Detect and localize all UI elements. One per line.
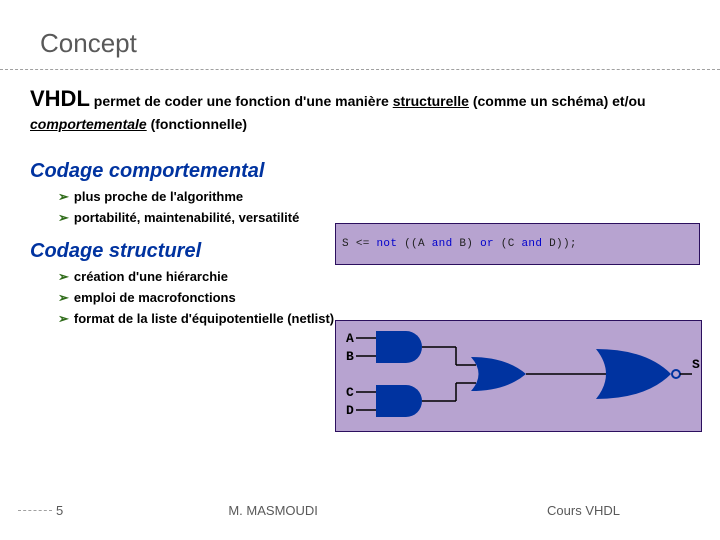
- code-p4: D));: [542, 238, 577, 250]
- code-p3: (C: [494, 238, 522, 250]
- and-gate-icon: [376, 385, 422, 417]
- list-item: ➢ création d'une hiérarchie: [58, 269, 690, 285]
- label-d: D: [346, 403, 354, 418]
- intro-mid: (comme un schéma) et/ou: [469, 93, 646, 109]
- label-b: B: [346, 349, 354, 364]
- code-and2: and: [522, 238, 543, 250]
- title-divider: [0, 69, 720, 70]
- list-item-label: plus proche de l'algorithme: [74, 189, 243, 204]
- footer-course: Cours VHDL: [547, 503, 620, 518]
- code-not: not: [377, 238, 398, 250]
- code-or: or: [480, 238, 494, 250]
- code-s: S: [342, 238, 356, 250]
- section1-list: ➢ plus proche de l'algorithme ➢ portabilit…: [58, 189, 690, 226]
- intro-comportementale: comportementale: [30, 116, 147, 132]
- bullet-arrow-icon: ➢: [58, 210, 69, 225]
- list-item-label: création d'une hiérarchie: [74, 269, 228, 284]
- intro-post: (fonctionnelle): [147, 116, 247, 132]
- section2-list: ➢ création d'une hiérarchie ➢ emploi de ma…: [58, 269, 690, 327]
- code-and1: and: [432, 238, 453, 250]
- logic-diagram: A B C D S: [335, 320, 702, 432]
- and-gate-icon: [376, 331, 422, 363]
- list-item-label: portabilité, maintenabilité, versatilité: [74, 210, 299, 225]
- not-bubble-icon: [672, 370, 680, 378]
- footer-presenter: M. MASMOUDI: [17, 503, 529, 518]
- section1-head: Codage comportemental: [30, 160, 690, 183]
- label-s: S: [692, 357, 700, 372]
- bullet-arrow-icon: ➢: [58, 290, 69, 305]
- bullet-arrow-icon: ➢: [58, 189, 69, 204]
- vhdl-keyword: VHDL: [30, 86, 90, 111]
- list-item-label: emploi de macrofonctions: [74, 290, 236, 305]
- slide-title: Concept: [40, 28, 690, 59]
- intro-pre: permet de coder une fonction d'une maniè…: [90, 93, 393, 109]
- label-c: C: [346, 385, 354, 400]
- or-gate-icon: [471, 357, 526, 391]
- code-p2: B): [452, 238, 480, 250]
- nor-gate-icon: [596, 349, 671, 399]
- bullet-arrow-icon: ➢: [58, 269, 69, 284]
- intro-paragraph: VHDL permet de coder une fonction d'une …: [30, 84, 690, 134]
- code-line: S <= not ((A and B) or (C and D));: [342, 238, 577, 250]
- bullet-arrow-icon: ➢: [58, 311, 69, 326]
- intro-structurelle: structurelle: [393, 93, 469, 109]
- code-p1: ((A: [397, 238, 432, 250]
- list-item-label: format de la liste d'équipotentielle (ne…: [74, 311, 334, 326]
- code-box: S <= not ((A and B) or (C and D));: [335, 223, 700, 265]
- label-a: A: [346, 331, 354, 346]
- code-assign: <=: [356, 238, 377, 250]
- list-item: ➢ plus proche de l'algorithme: [58, 189, 690, 205]
- list-item: ➢ emploi de macrofonctions: [58, 290, 690, 306]
- footer: 5 M. MASMOUDI Cours VHDL: [0, 503, 720, 518]
